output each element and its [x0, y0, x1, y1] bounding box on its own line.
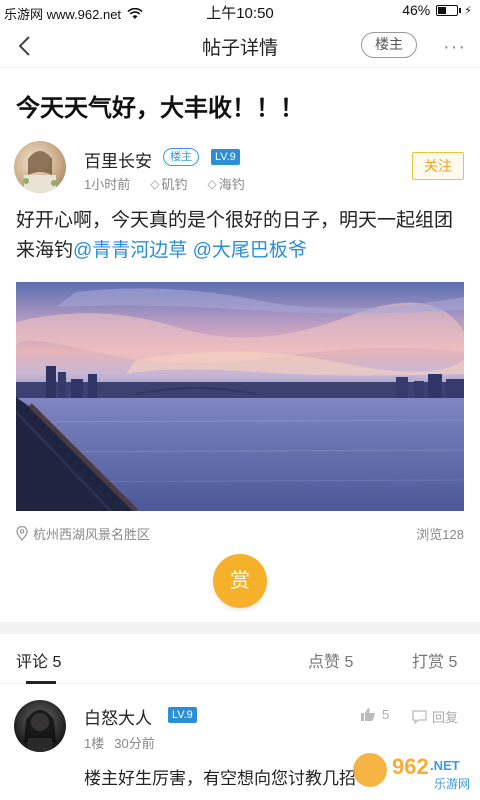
- status-right: 46% ⚡: [402, 2, 472, 18]
- follow-button[interactable]: 关注: [412, 152, 464, 180]
- section-divider: [0, 622, 480, 634]
- tag-label: 矶钓: [161, 177, 188, 192]
- location-label: 杭州西湖风景名胜区: [33, 527, 151, 542]
- author-meta: 1小时前 ◇ 矶钓 ◇ 海钓: [84, 174, 245, 193]
- commenter-avatar[interactable]: [14, 700, 66, 752]
- reward-button[interactable]: 赏: [213, 554, 267, 608]
- battery-icon: [436, 4, 462, 16]
- location-row: 杭州西湖风景名胜区 浏览128: [16, 524, 464, 544]
- like-button[interactable]: 5: [360, 707, 389, 722]
- level-badge: LV.9: [211, 149, 240, 165]
- comment-time: 30分前: [114, 736, 155, 751]
- view-count: 浏览128: [416, 527, 464, 542]
- author-name[interactable]: 百里长安: [84, 147, 152, 172]
- commenter-name[interactable]: 白怒大人: [84, 704, 152, 729]
- tag-item[interactable]: ◇ 矶钓: [150, 174, 187, 193]
- site-watermark: 962 .NET 乐游网: [348, 748, 474, 794]
- post-body: 好开心啊，今天真的是个很好的日子，明天一起组团来海钓@青青河边草 @大尾巴板爷: [16, 206, 466, 266]
- post-time: 1小时前: [84, 177, 131, 192]
- author-row: 百里长安 楼主 LV.9 1小时前 ◇ 矶钓 ◇ 海钓 关注: [14, 141, 464, 193]
- watermark-sub: 乐游网: [434, 777, 470, 791]
- thumbs-up-icon: [361, 708, 375, 721]
- comment-text: 楼主好生厉害，有空想向您讨教几招: [84, 769, 356, 788]
- location[interactable]: 杭州西湖风景名胜区: [16, 524, 150, 543]
- reply-button[interactable]: 回复: [412, 707, 458, 726]
- watermark-suffix: .NET: [430, 758, 460, 773]
- tag-item[interactable]: ◇ 海钓: [207, 174, 244, 193]
- like-count: 5: [382, 707, 390, 722]
- only-op-button[interactable]: 楼主: [361, 32, 417, 58]
- author-avatar[interactable]: [14, 141, 66, 193]
- tab-likes[interactable]: 点赞 5: [308, 648, 353, 672]
- tag-icon: ◇: [150, 176, 160, 191]
- reply-label: 回复: [432, 710, 459, 725]
- comment-meta: 1楼 30分前: [84, 733, 155, 752]
- charging-icon: ⚡: [464, 4, 472, 17]
- nav-bar: 帖子详情 楼主 ···: [0, 24, 480, 68]
- watermark-brand: 962: [392, 754, 429, 779]
- mention-link[interactable]: @青青河边草: [73, 240, 187, 261]
- mention-link[interactable]: @大尾巴板爷: [193, 240, 307, 261]
- comment-tabs: 评论 5 点赞 5 打赏 5: [0, 634, 480, 684]
- location-pin-icon: [16, 526, 28, 541]
- post-title: 今天天气好，大丰收！！！: [16, 95, 304, 122]
- status-bar: 乐游网 www.962.net 上午10:50 46% ⚡: [0, 0, 480, 24]
- more-icon[interactable]: ···: [443, 36, 466, 59]
- comment-icon: [412, 709, 427, 724]
- battery-percent: 46%: [402, 2, 431, 18]
- tag-label: 海钓: [218, 177, 245, 192]
- level-badge: LV.9: [168, 707, 197, 723]
- post-image[interactable]: [16, 282, 464, 511]
- floor-number: 1楼: [84, 736, 105, 751]
- tab-comments[interactable]: 评论 5: [16, 648, 61, 672]
- tag-icon: ◇: [207, 176, 217, 191]
- tab-rewards[interactable]: 打赏 5: [412, 648, 457, 672]
- active-tab-indicator: [26, 681, 56, 684]
- op-badge: 楼主: [163, 148, 199, 166]
